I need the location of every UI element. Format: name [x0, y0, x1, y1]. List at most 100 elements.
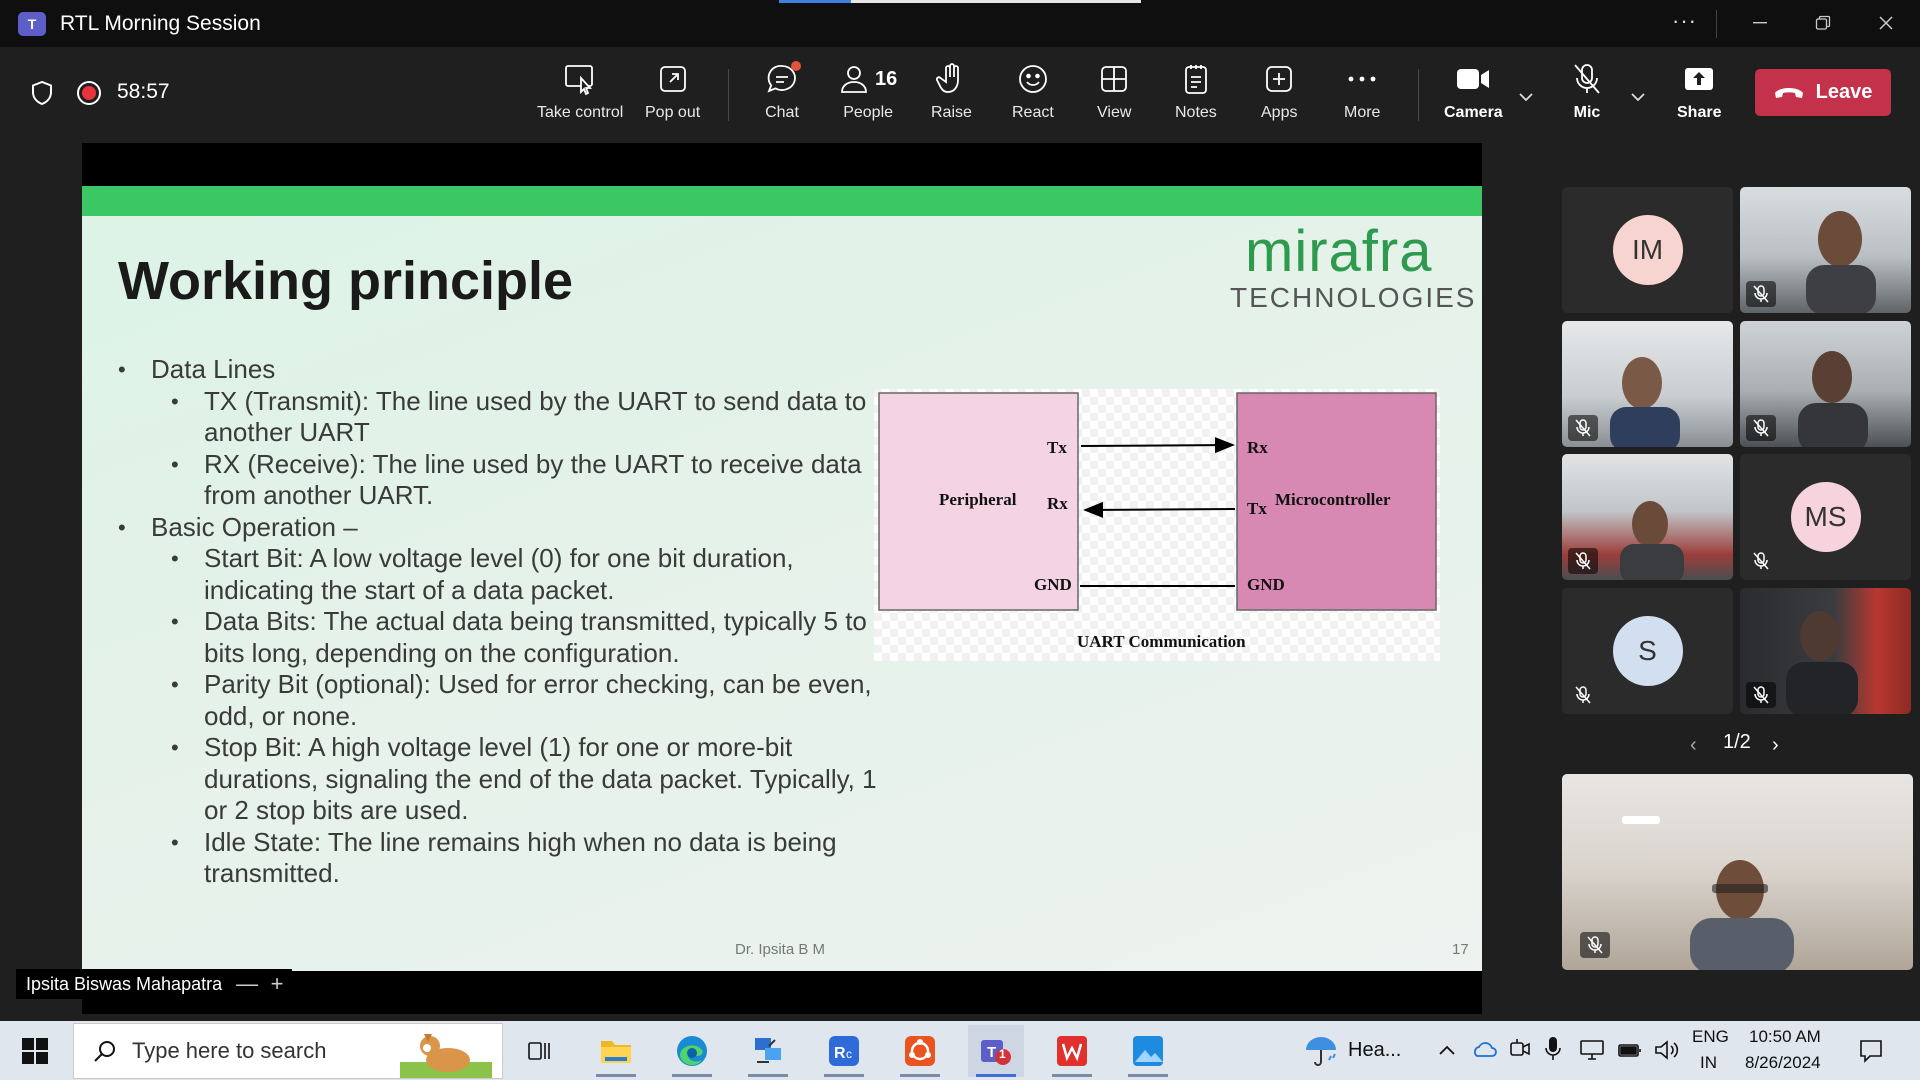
sub-bullet-item: RX (Receive): The line used by the UART … — [118, 449, 898, 512]
windows-taskbar: Type here to search Rc T 1 Hea... ENG IN… — [0, 1021, 1920, 1080]
participant-tile[interactable]: MS — [1740, 454, 1911, 580]
slide-page-number: 17 — [1452, 941, 1469, 958]
zoom-in-button[interactable]: + — [262, 971, 292, 997]
take-control-button[interactable]: Take control — [537, 59, 623, 131]
self-view-tile[interactable] — [1562, 774, 1913, 970]
microcontroller-tx-pin: Tx — [1247, 499, 1267, 518]
window-title: RTL Morning Session — [60, 11, 261, 35]
presentation-slide: Working principle mirafra TECHNOLOGIES D… — [82, 186, 1482, 971]
pop-out-icon — [657, 59, 689, 99]
svg-text:R: R — [834, 1045, 846, 1062]
microcontroller-rx-pin: Rx — [1247, 438, 1268, 457]
taskbar-search-box[interactable]: Type here to search — [73, 1023, 503, 1079]
participant-video-tile[interactable] — [1740, 187, 1911, 313]
battery-icon[interactable] — [1617, 1041, 1643, 1059]
loading-bar — [779, 0, 1141, 3]
teams-notification-badge: 1 — [999, 1047, 1006, 1061]
slide-header-bar — [82, 186, 1482, 216]
participant-pager: 1/2 — [1723, 731, 1751, 753]
people-count: 16 — [875, 67, 898, 90]
meeting-toolbar: 58:57 Take control Pop out Chat 16 Peopl… — [0, 47, 1920, 137]
sub-bullet-item: Data Bits: The actual data being transmi… — [118, 606, 898, 669]
notes-button[interactable]: Notes — [1175, 59, 1217, 131]
notification-center-icon[interactable] — [1858, 1038, 1884, 1064]
restore-icon[interactable] — [1793, 6, 1853, 40]
video-camera-icon — [1456, 59, 1490, 99]
volume-icon[interactable] — [1653, 1039, 1679, 1061]
recording-indicator-icon — [77, 81, 101, 105]
muted-mic-icon — [1746, 281, 1776, 307]
onedrive-cloud-icon[interactable] — [1471, 1039, 1497, 1059]
microphone-in-use-icon[interactable] — [1545, 1036, 1561, 1062]
sub-bullet-item: TX (Transmit): The line used by the UART… — [118, 386, 898, 449]
ellipsis-icon — [1347, 59, 1377, 99]
windows-start-icon[interactable] — [22, 1038, 48, 1064]
language-indicator-bottom[interactable]: IN — [1700, 1053, 1717, 1073]
network-icon[interactable] — [1579, 1039, 1605, 1061]
task-view-icon[interactable] — [512, 1025, 568, 1077]
participant-tile[interactable]: S — [1562, 588, 1733, 714]
people-button[interactable]: 16 People — [839, 59, 897, 131]
view-button[interactable]: View — [1097, 59, 1131, 131]
edge-browser-icon[interactable] — [664, 1025, 720, 1077]
close-icon[interactable] — [1856, 6, 1916, 40]
photos-app-icon[interactable] — [1120, 1025, 1176, 1077]
raise-hand-button[interactable]: Raise — [931, 59, 972, 131]
meet-now-icon[interactable] — [1509, 1037, 1531, 1061]
avatar: S — [1612, 616, 1683, 686]
share-button[interactable]: Share — [1677, 59, 1721, 131]
pop-out-button[interactable]: Pop out — [645, 59, 700, 131]
taskbar-clock-date[interactable]: 8/26/2024 — [1745, 1053, 1821, 1073]
brand-subtitle: TECHNOLOGIES — [1230, 282, 1477, 313]
mic-off-icon — [1571, 59, 1603, 99]
next-page-chevron-icon[interactable]: › — [1772, 734, 1779, 757]
participant-video-tile[interactable] — [1740, 588, 1911, 714]
rvc-app-icon[interactable]: Rc — [816, 1025, 872, 1077]
more-button[interactable]: More — [1344, 59, 1380, 131]
diagram-caption: UART Communication — [1077, 632, 1246, 651]
search-placeholder: Type here to search — [132, 1038, 327, 1063]
zoom-out-button[interactable]: — — [232, 971, 262, 997]
mic-options-chevron-icon[interactable] — [1628, 87, 1648, 107]
search-highlight-dog-icon — [400, 1034, 492, 1078]
ubuntu-icon[interactable] — [892, 1025, 948, 1077]
smiley-icon — [1017, 59, 1049, 99]
react-button[interactable]: React — [1012, 59, 1054, 131]
participant-video-tile[interactable] — [1740, 321, 1911, 447]
teams-taskbar-icon[interactable]: T 1 — [968, 1025, 1024, 1077]
file-explorer-icon[interactable] — [588, 1025, 644, 1077]
remote-desktop-icon[interactable] — [740, 1025, 796, 1077]
self-video — [1622, 816, 1794, 970]
language-indicator-top[interactable]: ENG — [1692, 1027, 1729, 1047]
chat-notification-dot — [791, 61, 801, 71]
show-hidden-icons-chevron-icon[interactable] — [1438, 1043, 1456, 1057]
peripheral-gnd-pin: GND — [1034, 575, 1072, 594]
microcontroller-label: Microcontroller — [1275, 490, 1391, 509]
chat-button[interactable]: Chat — [765, 59, 801, 131]
svg-text:T: T — [987, 1044, 996, 1061]
participant-tile[interactable]: IM — [1562, 187, 1733, 313]
camera-options-chevron-icon[interactable] — [1516, 87, 1536, 107]
weather-text[interactable]: Hea... — [1348, 1039, 1401, 1062]
notes-icon — [1182, 59, 1210, 99]
participant-video-tile[interactable] — [1562, 321, 1733, 447]
apps-button[interactable]: Apps — [1261, 59, 1297, 131]
previous-page-chevron-icon[interactable]: ‹ — [1690, 734, 1697, 757]
svg-text:c: c — [846, 1047, 852, 1061]
more-options-icon[interactable]: ··· — [1672, 8, 1697, 34]
bullet-item: Data Lines — [118, 354, 898, 386]
camera-button[interactable]: Camera — [1444, 59, 1503, 131]
muted-mic-icon — [1746, 548, 1776, 574]
hand-icon — [936, 59, 966, 99]
taskbar-clock-time[interactable]: 10:50 AM — [1749, 1027, 1821, 1047]
mic-button[interactable]: Mic — [1571, 59, 1603, 131]
wps-office-icon[interactable] — [1044, 1025, 1100, 1077]
slide-bullet-list: Data LinesTX (Transmit): The line used b… — [118, 354, 898, 890]
participant-video-tile[interactable] — [1562, 454, 1733, 580]
meeting-timer: 58:57 — [117, 80, 170, 103]
teams-logo-icon: T — [18, 11, 46, 36]
leave-button[interactable]: Leave — [1755, 69, 1891, 116]
hang-up-icon — [1774, 87, 1803, 98]
sub-bullet-item: Parity Bit (optional): Used for error ch… — [118, 669, 898, 732]
minimize-icon[interactable] — [1730, 6, 1790, 40]
